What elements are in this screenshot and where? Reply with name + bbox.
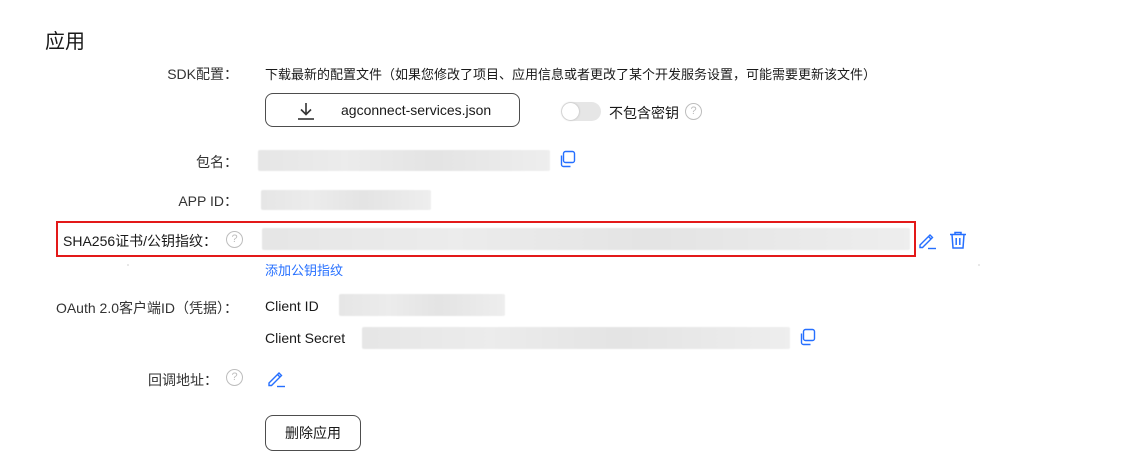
delete-app-button[interactable]: 删除应用 [265, 415, 361, 451]
sdk-description: 下载最新的配置文件（如果您修改了项目、应用信息或者更改了某个开发服务设置，可能需… [265, 67, 877, 82]
callback-url-label: 回调地址： [148, 372, 218, 388]
sha256-label: SHA256证书/公钥指纹： [63, 233, 218, 249]
download-icon [296, 101, 316, 126]
page-title: 应用 [45, 31, 85, 53]
sdk-config-label: SDK配置： [167, 66, 238, 82]
download-config-button[interactable]: agconnect-services.json [265, 93, 520, 127]
trash-icon[interactable] [948, 230, 968, 255]
client-id-value [339, 294, 505, 316]
help-icon[interactable]: ? [226, 231, 243, 248]
client-secret-value [362, 327, 790, 349]
edit-icon[interactable] [917, 230, 937, 255]
oauth-label: OAuth 2.0客户端ID（凭据）： [55, 300, 238, 316]
copy-icon[interactable] [558, 150, 576, 173]
client-id-label: Client ID [265, 298, 319, 314]
client-secret-label: Client Secret [265, 330, 346, 346]
divider-dot [978, 264, 980, 266]
divider-dot [127, 264, 129, 266]
package-name-label: 包名： [196, 154, 238, 170]
help-icon[interactable]: ? [226, 369, 243, 386]
app-id-value [261, 190, 431, 210]
package-name-value [258, 150, 550, 171]
toggle-knob [562, 103, 579, 120]
exclude-key-toggle[interactable] [561, 102, 601, 121]
help-icon[interactable]: ? [685, 103, 702, 120]
edit-icon[interactable] [266, 368, 286, 393]
download-config-label: agconnect-services.json [341, 102, 492, 118]
copy-icon[interactable] [798, 328, 816, 351]
sha256-value [262, 228, 910, 250]
app-id-label: APP ID： [178, 193, 238, 209]
add-public-key-fingerprint-link[interactable]: 添加公钥指纹 [265, 260, 343, 279]
exclude-key-label: 不包含密钥 [609, 105, 679, 121]
